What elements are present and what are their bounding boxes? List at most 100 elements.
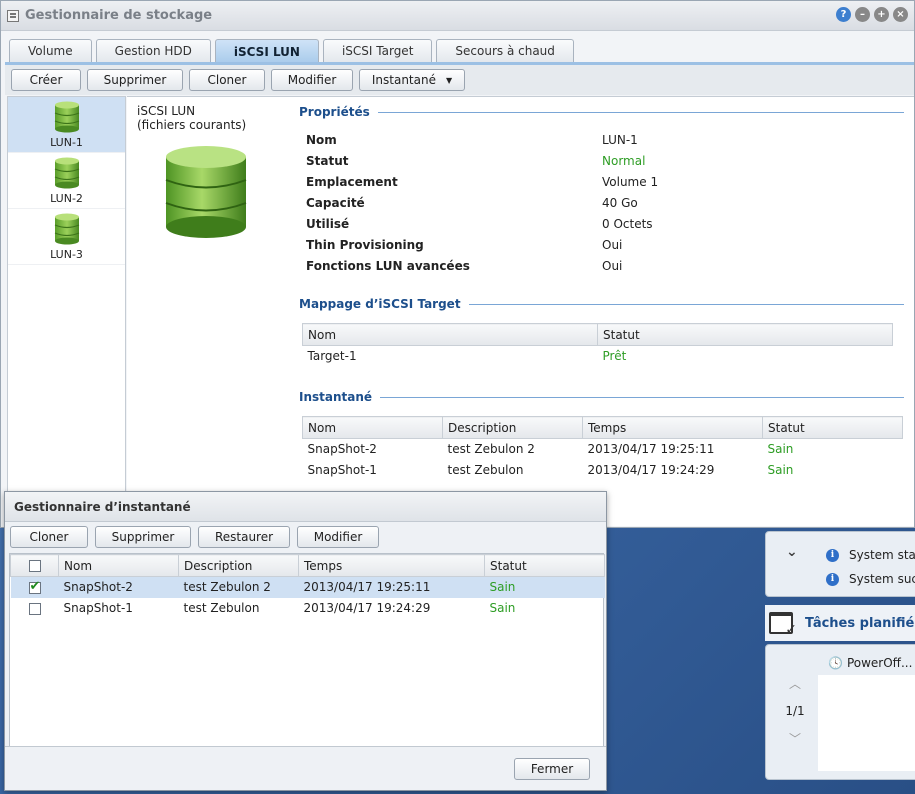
system-status-item[interactable]: i System sta [826,548,915,562]
clone-snapshot-button[interactable]: Cloner [10,526,88,548]
close-icon[interactable]: × [893,7,908,22]
lun-type-line: iSCSI LUN [137,104,196,118]
snapshot-dropdown-button[interactable]: Instantané ▼ [359,69,465,91]
system-status-label: System sta [849,548,915,562]
chevron-down-icon[interactable]: ﹀ [778,730,812,747]
table-row[interactable]: SnapShot-2 test Zebulon 2 2013/04/17 19:… [303,439,903,460]
section-divider [380,396,904,398]
row-checkbox-cell [11,598,59,619]
modify-button[interactable]: Modifier [271,69,353,91]
lun-toolbar: Créer Supprimer Cloner Modifier Instanta… [5,65,914,95]
scheduled-tasks-header: Tâches planifiée [765,605,915,641]
property-value: 0 Octets [602,217,653,231]
system-status-widget: ⌄ i System sta i System suc [765,531,915,597]
database-icon [54,101,79,132]
tab-iscsi-lun[interactable]: iSCSI LUN [214,39,319,63]
tasks-pager: ︿ 1/1 ﹀ [778,675,812,747]
section-divider [377,111,904,113]
row-checkbox[interactable] [28,602,41,615]
scheduled-tasks-title: Tâches planifiée [805,615,915,631]
page-indicator: 1/1 [785,704,805,718]
minimize-icon[interactable]: – [855,7,870,22]
database-icon [54,213,79,244]
column-header[interactable]: Statut [484,554,605,577]
info-icon: i [826,572,839,586]
property-key: Fonctions LUN avancées [306,259,470,273]
column-header[interactable]: Temps [582,416,763,439]
tab-bar: Volume Gestion HDD iSCSI LUN iSCSI Targe… [9,39,574,63]
column-header[interactable]: Description [442,416,583,439]
app-menu-icon[interactable] [7,9,19,22]
property-key: Statut [306,154,349,168]
lun-list-item[interactable]: LUN-1 [8,97,125,153]
lun-list-item[interactable]: LUN-2 [8,153,125,209]
snapshot-time-cell: 2013/04/17 19:24:29 [587,463,715,477]
table-row[interactable]: SnapShot-1 test Zebulon 2013/04/17 19:24… [303,460,903,481]
select-all-header[interactable] [10,554,59,577]
delete-button[interactable]: Supprimer [87,69,183,91]
snapshot-description-cell: test Zebulon 2 [178,576,299,598]
snapshot-name-cell: SnapShot-2 [307,442,377,457]
property-key: Nom [306,133,337,147]
table-row[interactable]: SnapShot-2 test Zebulon 2 2013/04/17 19:… [10,576,605,598]
mapping-table: Nom Statut Target-1 Prêt [302,323,893,367]
create-button[interactable]: Créer [11,69,81,91]
system-status-item[interactable]: i System suc [826,572,915,586]
database-large-icon [165,146,247,238]
system-status-label: System suc [849,572,915,586]
property-key: Utilisé [306,217,350,231]
window-title: Gestionnaire de stockage [25,8,213,23]
column-header[interactable]: Temps [298,554,485,577]
snapshot-name-cell: SnapShot-1 [307,463,377,477]
tab-iscsi-target[interactable]: iSCSI Target [322,39,433,62]
column-header[interactable]: Nom [302,416,443,439]
lun-list-item[interactable]: LUN-3 [8,209,125,265]
column-header[interactable]: Statut [597,323,893,346]
snapshot-description-cell: test Zebulon [183,601,260,615]
title-bar[interactable]: Gestionnaire de stockage ? – + × [1,1,914,31]
properties-title: Propriétés [299,105,370,119]
property-value: Oui [602,259,623,273]
table-row[interactable]: SnapShot-1 test Zebulon 2013/04/17 19:24… [11,598,605,619]
maximize-icon[interactable]: + [874,7,889,22]
lun-item-label: LUN-2 [50,191,83,205]
tab-volume[interactable]: Volume [9,39,92,62]
snapshot-description-cell: test Zebulon 2 [447,442,535,457]
help-icon[interactable]: ? [836,7,851,22]
row-checkbox[interactable] [28,579,41,594]
dialog-title-bar[interactable]: Gestionnaire d’instantané [5,492,606,522]
scheduled-tasks-widget: 🕓 PowerOff... ︿ 1/1 ﹀ [765,644,915,780]
property-key: Emplacement [306,175,398,189]
lun-type-label: iSCSI LUN (fichiers courants) [137,104,246,132]
chevron-down-icon[interactable]: ⌄ [786,544,798,560]
select-all-checkbox[interactable] [28,560,41,572]
close-dialog-button[interactable]: Fermer [514,758,590,780]
info-icon: i [826,548,839,562]
snapshot-time-cell: 2013/04/17 19:25:11 [298,576,485,598]
target-name-cell: Target-1 [307,349,357,364]
tab-hot-spare[interactable]: Secours à chaud [436,39,574,62]
dialog-snapshot-table: Nom Description Temps Statut SnapShot-2 … [10,554,605,619]
clone-button[interactable]: Cloner [189,69,265,91]
table-row[interactable]: Target-1 Prêt [303,346,893,367]
snapshot-title: Instantané [299,390,373,404]
dialog-snapshot-grid: Nom Description Temps Statut SnapShot-2 … [9,553,605,747]
restore-snapshot-button[interactable]: Restaurer [198,526,290,548]
task-item[interactable]: 🕓 PowerOff... [828,656,912,670]
snapshot-table: Nom Description Temps Statut SnapShot-2 … [302,416,903,481]
lun-item-label: LUN-3 [50,247,83,261]
snapshot-time-cell: 2013/04/17 19:24:29 [303,601,431,615]
column-header[interactable]: Nom [302,323,598,346]
mapping-title: Mappage d’iSCSI Target [299,297,461,311]
column-header[interactable]: Nom [58,554,179,577]
column-header[interactable]: Description [178,554,299,577]
snapshot-name-cell: SnapShot-1 [63,601,133,615]
lun-list: LUN-1 LUN-2 LUN-3 [7,96,126,526]
tab-hdd-management[interactable]: Gestion HDD [95,39,211,62]
property-value: 40 Go [602,196,638,210]
chevron-up-icon[interactable]: ︿ [778,675,812,692]
column-header[interactable]: Statut [762,416,903,439]
modify-snapshot-button[interactable]: Modifier [297,526,379,548]
delete-snapshot-button[interactable]: Supprimer [95,526,191,548]
property-value: Oui [602,238,623,252]
